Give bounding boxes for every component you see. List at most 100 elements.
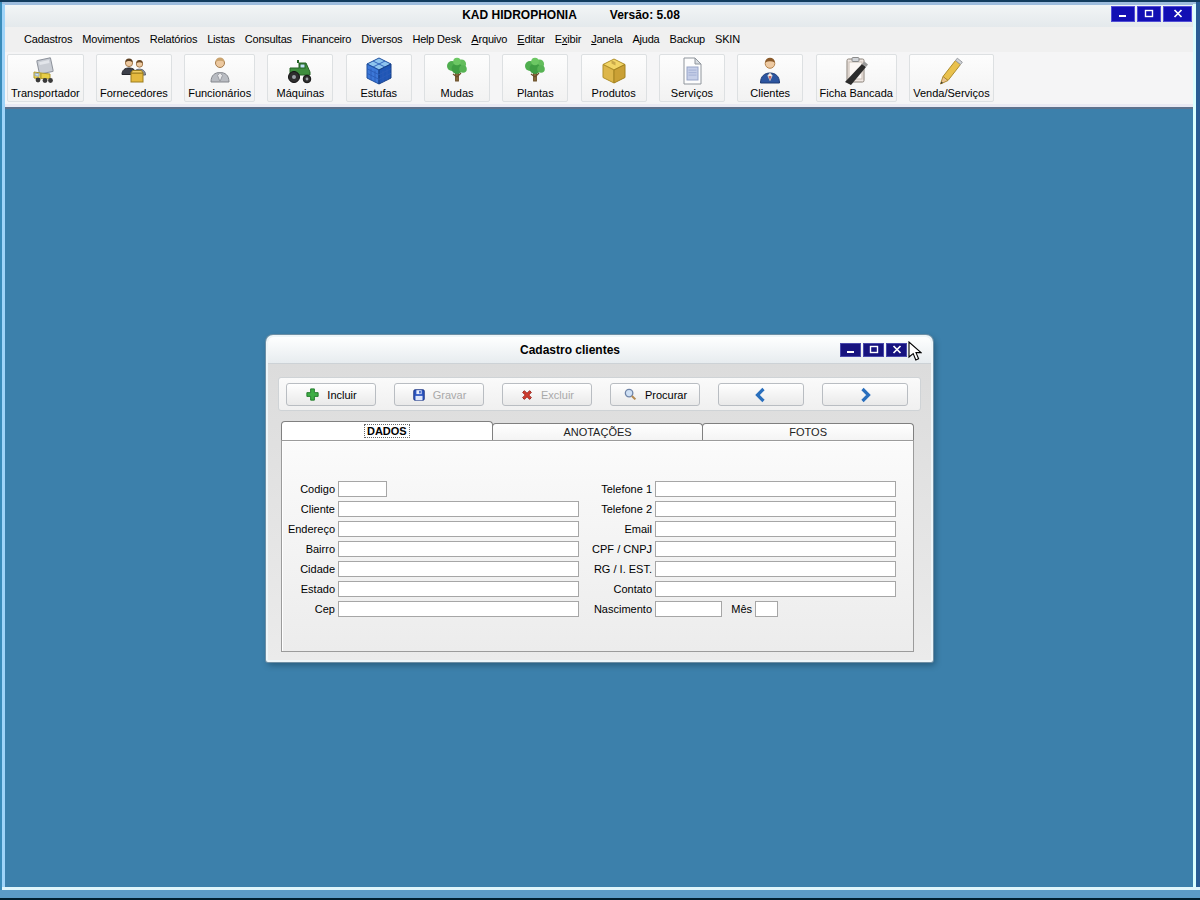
close-icon bbox=[1173, 8, 1183, 20]
close-icon bbox=[892, 337, 902, 363]
field-label-codigo: Codigo bbox=[282, 481, 335, 497]
window-minimize-button[interactable] bbox=[1111, 6, 1135, 22]
toolbar-button-servicos[interactable]: Serviços bbox=[659, 54, 725, 102]
menu-item-movimentos[interactable]: Movimentos bbox=[77, 27, 144, 52]
previous-record-button[interactable] bbox=[718, 383, 804, 406]
menu-item-arquivo[interactable]: Arquivo bbox=[466, 27, 512, 52]
nascimento-field[interactable] bbox=[655, 601, 722, 617]
codigo-field[interactable] bbox=[338, 481, 387, 497]
tab-anotacoes[interactable]: ANOTAÇÕES bbox=[492, 423, 704, 440]
toolbar-button-label: Mudas bbox=[441, 87, 474, 100]
next-record-button[interactable] bbox=[822, 383, 908, 406]
seedling-tree-icon bbox=[441, 55, 473, 87]
bairro-field[interactable] bbox=[338, 541, 579, 557]
tab-dados[interactable]: DADOS bbox=[281, 421, 493, 440]
menu-item-relatorios[interactable]: Relatórios bbox=[145, 27, 203, 52]
field-label-bairro: Bairro bbox=[282, 541, 335, 557]
app-title: KAD HIDROPHONIA bbox=[462, 8, 577, 22]
menu-item-editar[interactable]: Editar bbox=[512, 27, 550, 52]
menu-item-backup[interactable]: Backup bbox=[665, 27, 711, 52]
toolbar-button-plantas[interactable]: Plantas bbox=[502, 54, 568, 102]
field-label-rg-i-est: RG / I. EST. bbox=[572, 561, 652, 577]
window-maximize-button[interactable] bbox=[1137, 6, 1161, 22]
truck-icon bbox=[29, 55, 61, 87]
plant-tree-icon bbox=[519, 55, 551, 87]
toolbar-button-label: Plantas bbox=[517, 87, 554, 100]
menu-item-cadastros[interactable]: Cadastros bbox=[19, 27, 77, 52]
estado-field[interactable] bbox=[338, 581, 579, 597]
greenhouse-cube-icon bbox=[363, 55, 395, 87]
employee-icon bbox=[204, 55, 236, 87]
contato-field[interactable] bbox=[655, 581, 896, 597]
endereco-field[interactable] bbox=[338, 521, 579, 537]
button-label: Gravar bbox=[433, 389, 467, 401]
email-field[interactable] bbox=[655, 521, 896, 537]
toolbar-button-clientes[interactable]: Clientes bbox=[737, 54, 803, 102]
dados-tab-panel: CodigoClienteEndereçoBairroCidadeEstadoC… bbox=[281, 440, 914, 652]
procurar-button[interactable]: Procurar bbox=[610, 383, 700, 406]
cliente-field[interactable] bbox=[338, 501, 579, 517]
button-label: Incluir bbox=[327, 389, 356, 401]
dialog-maximize-button[interactable] bbox=[863, 343, 884, 357]
rg-i-est-field[interactable] bbox=[655, 561, 896, 577]
field-label-mes: Mês bbox=[730, 601, 752, 617]
window-border-right-highlight bbox=[1193, 4, 1196, 888]
dialog-title-bar[interactable]: Cadastro clientes bbox=[268, 337, 931, 364]
dialog-tabs: DADOSANOTAÇÕESFOTOS bbox=[281, 421, 914, 440]
window-close-button[interactable] bbox=[1163, 6, 1192, 22]
dialog-close-button[interactable] bbox=[886, 343, 907, 357]
incluir-button[interactable]: Incluir bbox=[286, 383, 376, 406]
window-title: KAD HIDROPHONIA Versão: 5.08 bbox=[462, 8, 680, 22]
clipboard-pen-icon bbox=[840, 55, 872, 87]
menu-item-financeiro[interactable]: Financeiro bbox=[297, 27, 356, 52]
window-border-bottom bbox=[0, 890, 1200, 898]
application-window: KAD HIDROPHONIA Versão: 5.08 CadastrosMo… bbox=[5, 5, 1193, 887]
menu-item-ajuda[interactable]: Ajuda bbox=[627, 27, 664, 52]
menu-item-janela[interactable]: Janela bbox=[586, 27, 627, 52]
field-label-cliente: Cliente bbox=[282, 501, 335, 517]
excluir-button[interactable]: Excluir bbox=[502, 383, 592, 406]
field-label-telefone-1: Telefone 1 bbox=[572, 481, 652, 497]
toolbar-button-produtos[interactable]: Produtos bbox=[581, 54, 647, 102]
telefone-1-field[interactable] bbox=[655, 481, 896, 497]
button-label: Excluir bbox=[541, 389, 574, 401]
gravar-button[interactable]: Gravar bbox=[394, 383, 484, 406]
tractor-icon bbox=[284, 55, 316, 87]
toolbar-button-mudas[interactable]: Mudas bbox=[424, 54, 490, 102]
menu-item-diversos[interactable]: Diversos bbox=[356, 27, 407, 52]
toolbar-button-maquinas[interactable]: Máquinas bbox=[267, 54, 333, 102]
menu-item-exibir[interactable]: Exibir bbox=[550, 27, 586, 52]
field-label-nascimento: Nascimento bbox=[572, 601, 652, 617]
service-document-icon bbox=[676, 55, 708, 87]
menu-item-help-desk[interactable]: Help Desk bbox=[407, 27, 466, 52]
toolbar-button-funcionarios[interactable]: Funcionários bbox=[184, 54, 255, 102]
search-magnifier-icon bbox=[623, 387, 638, 402]
toolbar-button-estufas[interactable]: Estufas bbox=[346, 54, 412, 102]
cep-field[interactable] bbox=[338, 601, 579, 617]
cpf-cnpj-field[interactable] bbox=[655, 541, 896, 557]
mes-field[interactable] bbox=[755, 601, 778, 617]
toolbar-button-transportador[interactable]: Transportador bbox=[7, 54, 84, 102]
menu-item-consultas[interactable]: Consultas bbox=[240, 27, 297, 52]
dialog-body: Incluir Gravar Excluir Procurar DADOSANOTAÇ… bbox=[268, 364, 931, 660]
toolbar-button-label: Fornecedores bbox=[100, 87, 168, 100]
toolbar-button-fornecedores[interactable]: Fornecedores bbox=[96, 54, 172, 102]
field-label-endereco: Endereço bbox=[282, 521, 335, 537]
toolbar-button-ficha-bancada[interactable]: Ficha Bancada bbox=[816, 54, 897, 102]
toolbar-button-label: Máquinas bbox=[277, 87, 325, 100]
field-label-contato: Contato bbox=[572, 581, 652, 597]
dialog-action-panel: Incluir Gravar Excluir Procurar bbox=[278, 377, 921, 411]
arrow-left-icon bbox=[753, 387, 769, 403]
cidade-field[interactable] bbox=[338, 561, 579, 577]
menu-item-listas[interactable]: Listas bbox=[202, 27, 240, 52]
dialog-minimize-button[interactable] bbox=[840, 343, 861, 357]
menu-item-skin[interactable]: SKIN bbox=[710, 27, 745, 52]
telefone-2-field[interactable] bbox=[655, 501, 896, 517]
title-bar[interactable]: KAD HIDROPHONIA Versão: 5.08 bbox=[5, 5, 1193, 27]
tab-fotos[interactable]: FOTOS bbox=[702, 423, 914, 440]
window-border-right bbox=[1196, 2, 1200, 898]
toolbar-button-venda-servicos[interactable]: Venda/Serviços bbox=[909, 54, 993, 102]
client-person-icon bbox=[754, 55, 786, 87]
toolbar-button-label: Clientes bbox=[750, 87, 790, 100]
toolbar-button-label: Estufas bbox=[360, 87, 397, 100]
